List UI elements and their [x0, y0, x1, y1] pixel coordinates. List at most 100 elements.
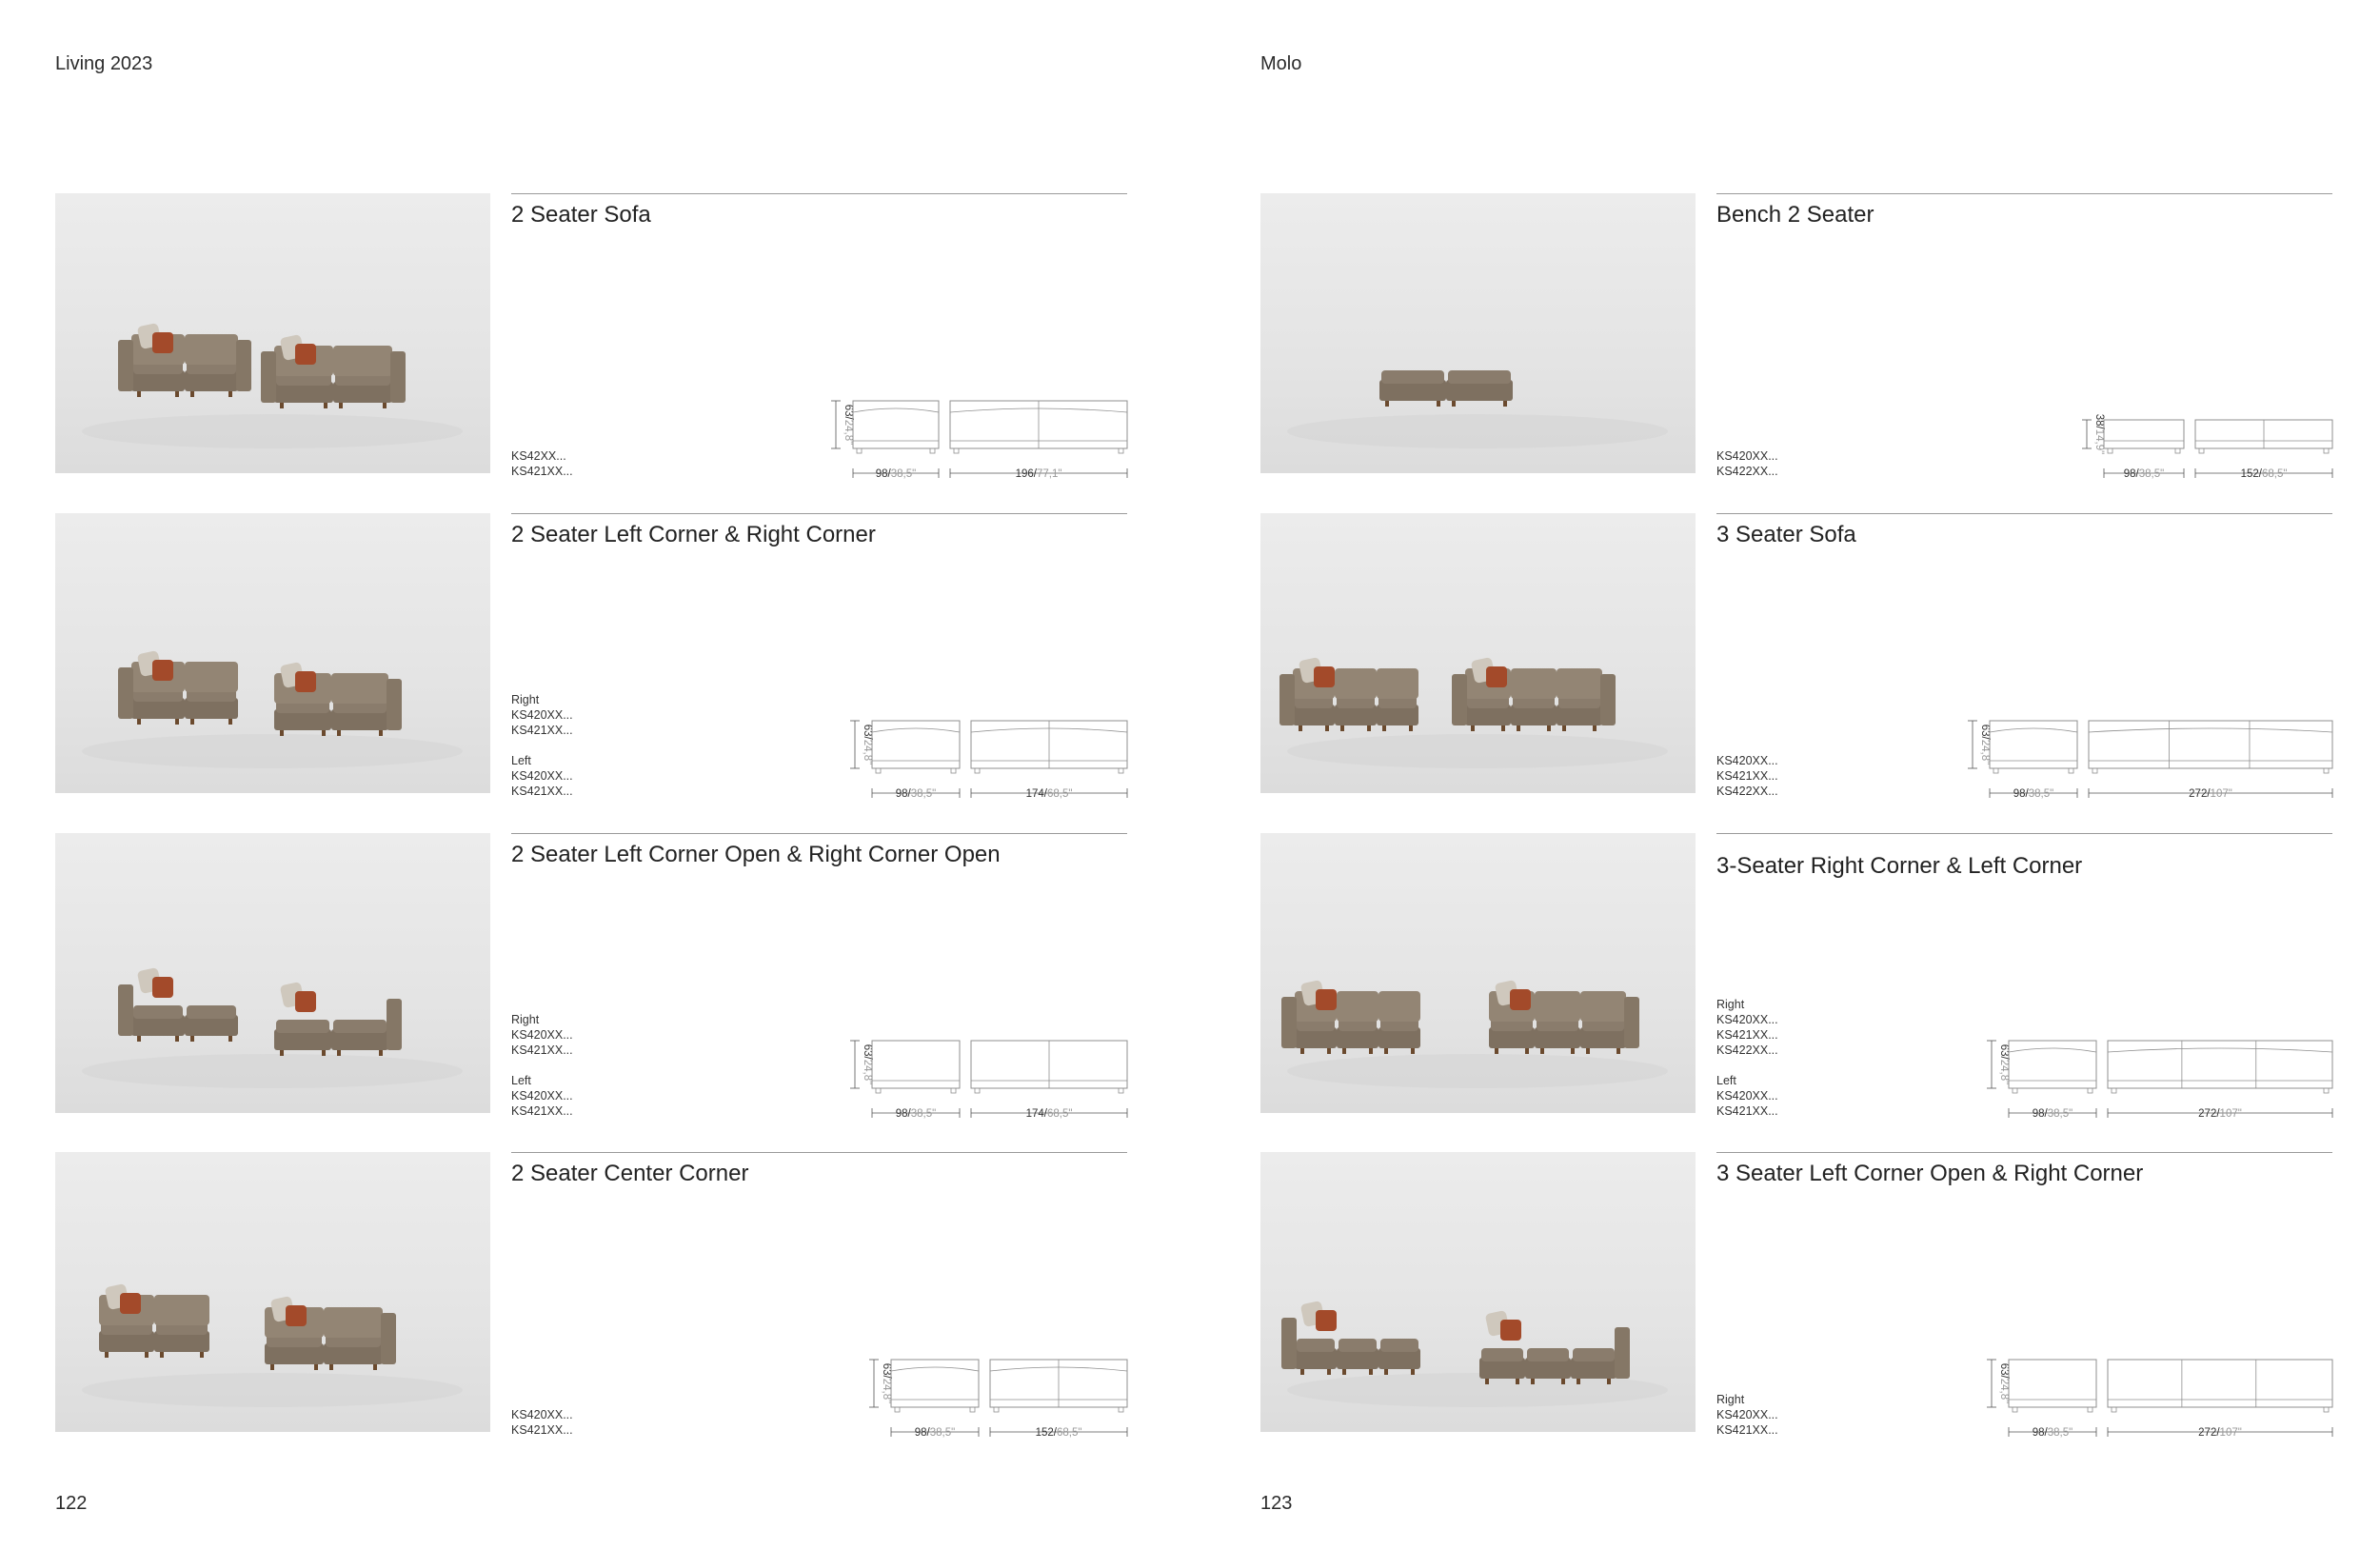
product-title: 3-Seater Right Corner & Left Corner	[1716, 853, 2083, 879]
product-entry: 2 Seater Left Corner & Right Corner Righ…	[55, 513, 1128, 800]
code: KS42XX...	[511, 449, 566, 463]
dimension-label: 98/38,5"	[915, 1427, 955, 1439]
dimension-label: 63/24,8"	[1979, 725, 1991, 765]
product-title: 2 Seater Center Corner	[511, 1161, 749, 1186]
code: KS421XX...	[511, 1104, 573, 1118]
code: KS422XX...	[1716, 465, 1778, 478]
product-photo	[1260, 833, 1696, 1113]
dimension-drawing: 38/14,9" 98/38,5" 152/68,5"	[2073, 374, 2333, 480]
code: KS421XX...	[1716, 1028, 1778, 1042]
dimension-drawing: 63/24,8" 98/38,5" 196/77,1"	[816, 374, 1128, 480]
dimension-label: 98/38,5"	[896, 1108, 936, 1120]
product-codes: KS420XX... KS422XX...	[1716, 448, 1778, 479]
product-photo	[1260, 193, 1696, 473]
code: KS420XX...	[511, 769, 573, 783]
dimension-label: 152/68,5"	[1036, 1427, 1082, 1439]
dimension-label: 38/14,9"	[2093, 414, 2105, 454]
code: KS420XX...	[1716, 1089, 1778, 1103]
code: KS422XX...	[1716, 785, 1778, 798]
product-codes: Right KS420XX... KS421XX... Left KS420XX...…	[511, 1012, 573, 1119]
side-label: Left	[1716, 1074, 1736, 1087]
product-entry: 2 Seater Left Corner Open & Right Corner…	[55, 833, 1128, 1120]
dimension-label: 63/24,8"	[1998, 1044, 2010, 1084]
dimension-label: 98/38,5"	[896, 788, 936, 800]
code: KS422XX...	[1716, 1043, 1778, 1057]
right-page: Molo Bench 2 Seater KS420XX... KS422XX...…	[1190, 0, 2380, 1550]
product-codes: Right KS420XX... KS421XX... KS422XX... Left…	[1716, 997, 1778, 1119]
product-codes: KS420XX... KS421XX...	[511, 1407, 573, 1438]
product-info: 3 Seater Sofa KS420XX... KS421XX... KS422X…	[1716, 513, 2333, 800]
product-info: Bench 2 Seater KS420XX... KS422XX... 38/1…	[1716, 193, 2333, 480]
sofa-render	[1279, 657, 1668, 768]
product-photo	[55, 833, 490, 1113]
dimension-drawing: 63/24,8" 98/38,5" 272/107"	[1981, 1333, 2333, 1439]
dimension-label: 98/38,5"	[876, 468, 916, 480]
side-label: Right	[1716, 1393, 1745, 1406]
product-info: 2 Seater Left Corner & Right Corner Righ…	[511, 513, 1128, 800]
product-info: 2 Seater Left Corner Open & Right Corner…	[511, 833, 1128, 1120]
product-title: 3 Seater Left Corner Open & Right Corner	[1716, 1161, 2144, 1186]
product-codes: KS420XX... KS421XX... KS422XX...	[1716, 753, 1778, 799]
code: KS420XX...	[511, 1408, 573, 1421]
dimension-label: 174/68,5"	[1026, 788, 1073, 800]
product-entry: Bench 2 Seater KS420XX... KS422XX... 38/1…	[1260, 193, 2333, 480]
product-photo	[55, 1152, 490, 1432]
product-entry: 3 Seater Left Corner Open & Right Corner…	[1260, 1152, 2333, 1439]
dimension-label: 272/107"	[2198, 1108, 2242, 1120]
product-info: 2 Seater Sofa KS42XX... KS421XX... 63/24,…	[511, 193, 1128, 480]
product-info: 3-Seater Right Corner & Left Corner Righ…	[1716, 833, 2333, 1120]
page-header: Living 2023	[55, 53, 153, 74]
product-title: 2 Seater Left Corner Open & Right Corner…	[511, 842, 1001, 867]
sofa-render	[82, 967, 463, 1088]
product-title: 2 Seater Sofa	[511, 202, 651, 228]
product-entry: 2 Seater Sofa KS42XX... KS421XX... 63/24,…	[55, 193, 1128, 480]
dimension-drawing: 63/24,8" 98/38,5" 272/107"	[1981, 1014, 2333, 1120]
dimension-label: 98/38,5"	[2033, 1108, 2073, 1120]
dimension-drawing: 63/24,8" 98/38,5" 174/68,5"	[838, 694, 1128, 800]
code: KS421XX...	[511, 1043, 573, 1057]
sofa-render	[1281, 1301, 1668, 1407]
product-title: Bench 2 Seater	[1716, 202, 1874, 228]
product-entry: 3 Seater Sofa KS420XX... KS421XX... KS422X…	[1260, 513, 2333, 800]
product-photo	[1260, 1152, 1696, 1432]
code: KS420XX...	[1716, 1013, 1778, 1026]
left-page: Living 2023 2 Seater Sofa KS42XX... KS421…	[0, 0, 1190, 1550]
sofa-render	[82, 650, 463, 768]
code: KS420XX...	[511, 708, 573, 722]
product-photo	[55, 513, 490, 793]
code: KS421XX...	[511, 465, 573, 478]
code: KS421XX...	[511, 785, 573, 798]
dimension-label: 196/77,1"	[1016, 468, 1062, 480]
product-info: 3 Seater Left Corner Open & Right Corner…	[1716, 1152, 2333, 1439]
code: KS420XX...	[1716, 449, 1778, 463]
product-codes: Right KS420XX... KS421XX... Left KS420XX...…	[511, 692, 573, 799]
sofa-render	[82, 1283, 463, 1407]
page-number: 123	[1260, 1493, 1293, 1514]
product-photo	[55, 193, 490, 473]
product-entry: 3-Seater Right Corner & Left Corner Righ…	[1260, 833, 2333, 1120]
dimension-label: 63/24,8"	[881, 1363, 892, 1403]
code: KS421XX...	[1716, 1423, 1778, 1437]
code: KS420XX...	[511, 1028, 573, 1042]
code: KS421XX...	[1716, 769, 1778, 783]
dimension-drawing: 63/24,8" 98/38,5" 272/107"	[1952, 694, 2333, 800]
side-label: Right	[1716, 998, 1745, 1011]
dimension-label: 98/38,5"	[2033, 1427, 2073, 1439]
side-label: Right	[511, 693, 540, 706]
product-codes: Right KS420XX... KS421XX...	[1716, 1392, 1778, 1438]
code: KS420XX...	[1716, 754, 1778, 767]
product-codes: KS42XX... KS421XX...	[511, 448, 573, 479]
dimension-label: 98/38,5"	[2124, 468, 2164, 480]
product-entry: 2 Seater Center Corner KS420XX... KS421XX…	[55, 1152, 1128, 1439]
code: KS421XX...	[1716, 1104, 1778, 1118]
dimension-label: 152/68,5"	[2241, 468, 2288, 480]
product-title: 3 Seater Sofa	[1716, 522, 1856, 547]
sofa-render	[1281, 980, 1668, 1088]
side-label: Right	[511, 1013, 540, 1026]
sofa-render	[1287, 370, 1668, 448]
dimension-label: 272/107"	[2198, 1427, 2242, 1439]
dimension-label: 63/24,8"	[843, 405, 854, 445]
dimension-label: 272/107"	[2189, 788, 2232, 800]
side-label: Left	[511, 1074, 531, 1087]
dimension-label: 63/24,8"	[1998, 1363, 2010, 1403]
